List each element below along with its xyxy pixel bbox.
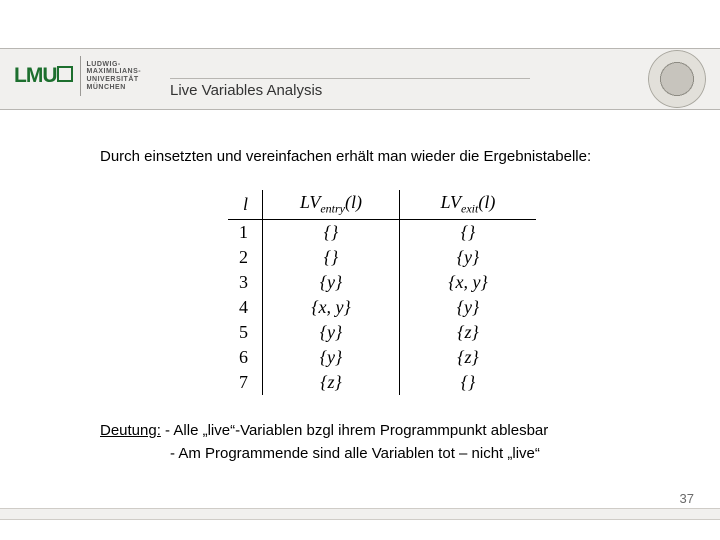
cell-l: 5 (228, 320, 263, 345)
interp-line1: - Alle „live“-Variablen bzgl ihrem Progr… (161, 422, 548, 439)
table-row: 6{y}{z} (228, 345, 536, 370)
cell-entry: {y} (263, 345, 400, 370)
footer-bar (0, 508, 720, 520)
cell-entry: {y} (263, 320, 400, 345)
cell-entry: {} (263, 245, 400, 270)
table-row: 5{y}{z} (228, 320, 536, 345)
logo-block: LMU Ludwig- Maximilians- Universität Mün… (14, 56, 141, 96)
cell-entry: {x, y} (263, 295, 400, 320)
table-header-row: l LVentry(l) LVexit(l) (228, 190, 536, 219)
table-row: 3{y}{x, y} (228, 270, 536, 295)
logo-letters: LMU (14, 64, 74, 88)
interp-line2: - Am Programmende sind alle Variablen to… (100, 443, 680, 466)
table-row: 4{x, y}{y} (228, 295, 536, 320)
logo-letter-m: M (26, 64, 43, 87)
col-header-entry: LVentry(l) (263, 190, 400, 219)
page-title: Live Variables Analysis (170, 82, 322, 99)
table-row: 2{}{y} (228, 245, 536, 270)
cell-l: 4 (228, 295, 263, 320)
result-table: l LVentry(l) LVexit(l) 1{}{}2{}{y}3{y}{x… (228, 190, 536, 395)
cell-exit: {y} (400, 295, 537, 320)
lead-text: Durch einsetzten und vereinfachen erhält… (100, 148, 680, 165)
table-row: 7{z}{} (228, 370, 536, 395)
cell-entry: {z} (263, 370, 400, 395)
cell-exit: {z} (400, 320, 537, 345)
cell-l: 1 (228, 219, 263, 245)
logo-letter-u: U (42, 64, 56, 87)
cell-exit: {} (400, 219, 537, 245)
interp-label: Deutung: (100, 422, 161, 439)
cell-entry: {y} (263, 270, 400, 295)
cell-exit: {z} (400, 345, 537, 370)
title-rule (170, 78, 530, 79)
table-row: 1{}{} (228, 219, 536, 245)
page-number: 37 (680, 491, 694, 506)
slide: LMU Ludwig- Maximilians- Universität Mün… (0, 0, 720, 540)
logo-subtitle-line3: Universität (87, 76, 139, 83)
logo-subtitle-line1: Ludwig- (87, 61, 121, 68)
interpretation-block: Deutung: - Alle „live“-Variablen bzgl ih… (100, 420, 680, 465)
cell-l: 6 (228, 345, 263, 370)
col-header-exit: LVexit(l) (400, 190, 537, 219)
logo-subtitle-line2: Maximilians- (87, 68, 142, 75)
cell-entry: {} (263, 219, 400, 245)
logo-subtitle: Ludwig- Maximilians- Universität München (87, 61, 142, 92)
logo-letter-l: L (14, 64, 26, 87)
cell-l: 3 (228, 270, 263, 295)
cell-l: 2 (228, 245, 263, 270)
logo-divider (80, 56, 81, 96)
cell-exit: {y} (400, 245, 537, 270)
cell-exit: {} (400, 370, 537, 395)
cell-exit: {x, y} (400, 270, 537, 295)
col-header-l: l (228, 190, 263, 219)
cell-l: 7 (228, 370, 263, 395)
logo-subtitle-line4: München (87, 84, 126, 91)
university-seal-icon (648, 50, 706, 108)
logo-square-icon (57, 66, 73, 82)
